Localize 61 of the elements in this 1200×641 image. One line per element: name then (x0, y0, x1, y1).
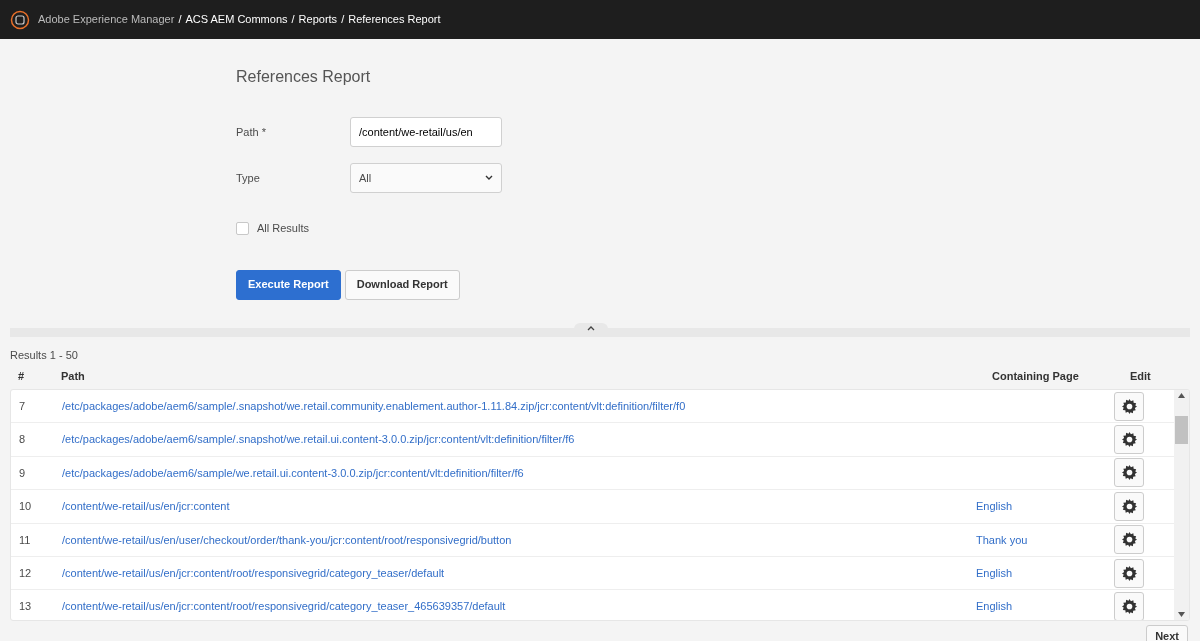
scroll-down-icon[interactable] (1178, 612, 1185, 617)
breadcrumb-link[interactable]: ACS AEM Commons (185, 11, 288, 28)
chevron-up-icon (587, 326, 595, 331)
settings-icon (1121, 465, 1137, 481)
breadcrumb-separator: / (341, 12, 345, 28)
edit-button[interactable] (1114, 458, 1144, 488)
edit-button[interactable] (1114, 425, 1144, 455)
path-link[interactable]: /content/we-retail/us/en/jcr:content/root/responsivegrid/category_teaser/default (62, 566, 445, 579)
path-link[interactable]: /etc/packages/adobe/aem6/sample/we.retail.ui.content-3.0.0.zip/jcr:content/vlt:definition/filter/f6 (62, 466, 524, 479)
row-number: 11 (18, 532, 32, 548)
page-link[interactable]: Thank you (976, 533, 1028, 546)
logo-icon (10, 9, 30, 30)
app-name[interactable]: Adobe Experience Manager (38, 11, 175, 28)
path-link[interactable]: /content/we-retail/us/en/jcr:content/root/responsivegrid/category_teaser_465639357/default (62, 600, 506, 613)
next-button[interactable]: Next (1146, 625, 1188, 641)
field-label: Path * (236, 124, 267, 140)
breadcrumb-link[interactable]: References Report (348, 11, 441, 28)
breadcrumb-separator: / (291, 12, 295, 28)
row-number: 7 (18, 398, 27, 414)
checkbox-label: All Results (257, 221, 309, 236)
settings-icon (1121, 565, 1137, 581)
edit-button[interactable] (1114, 558, 1144, 588)
checkbox[interactable] (236, 221, 249, 235)
settings-icon (1121, 398, 1137, 414)
scroll-thumb[interactable] (1175, 416, 1188, 444)
row-number: 13 (18, 599, 33, 615)
column-header: Edit (1130, 368, 1152, 384)
scroll-up-icon[interactable] (1178, 393, 1185, 398)
scrollbar[interactable] (1174, 390, 1189, 620)
path-link[interactable]: /content/we-retail/us/en/user/checkout/order/thank-you/jcr:content/root/responsivegrid/button (62, 533, 512, 546)
page-link[interactable]: English (976, 566, 1013, 579)
column-header: Containing Page (992, 368, 1080, 384)
row-number: 8 (18, 432, 27, 448)
results-count: Results 1 - 50 (10, 347, 79, 363)
chevron-down-icon (485, 175, 493, 181)
edit-button[interactable] (1114, 525, 1144, 555)
row-number: 12 (18, 565, 33, 581)
breadcrumb-separator: / (178, 12, 182, 28)
page-link[interactable]: English (976, 500, 1013, 513)
field-label: Type (236, 170, 261, 186)
page-link[interactable]: English (976, 600, 1013, 613)
path-link[interactable]: /etc/packages/adobe/aem6/sample/.snapshot/we.retail.community.enablement.author-1.11.84.zip/jcr:content/vlt:definition/filter/f0 (62, 399, 686, 412)
edit-button[interactable] (1114, 592, 1144, 620)
path-link[interactable]: /content/we-retail/us/en/jcr:content (62, 500, 230, 513)
row-number: 9 (18, 465, 27, 481)
breadcrumb-link[interactable]: Reports (298, 11, 338, 28)
settings-icon (1121, 532, 1137, 548)
type-dropdown[interactable]: All (350, 163, 502, 193)
settings-icon (1121, 498, 1137, 514)
path-field[interactable]: /content/we-retail/us/en (350, 117, 502, 147)
settings-icon (1121, 599, 1137, 615)
page-title: References Report (236, 67, 372, 87)
column-header: # (17, 368, 26, 384)
path-link[interactable]: /etc/packages/adobe/aem6/sample/.snapshot/we.retail.ui.content-3.0.0.zip/jcr:content/vlt:definition/filter/f6 (62, 433, 575, 446)
row-number: 10 (18, 499, 33, 515)
execute-button[interactable]: Execute Report (236, 269, 341, 300)
download-button[interactable]: Download Report (344, 269, 460, 300)
edit-button[interactable] (1114, 391, 1144, 421)
column-header: Path (61, 368, 86, 384)
settings-icon (1121, 432, 1137, 448)
edit-button[interactable] (1114, 491, 1144, 521)
